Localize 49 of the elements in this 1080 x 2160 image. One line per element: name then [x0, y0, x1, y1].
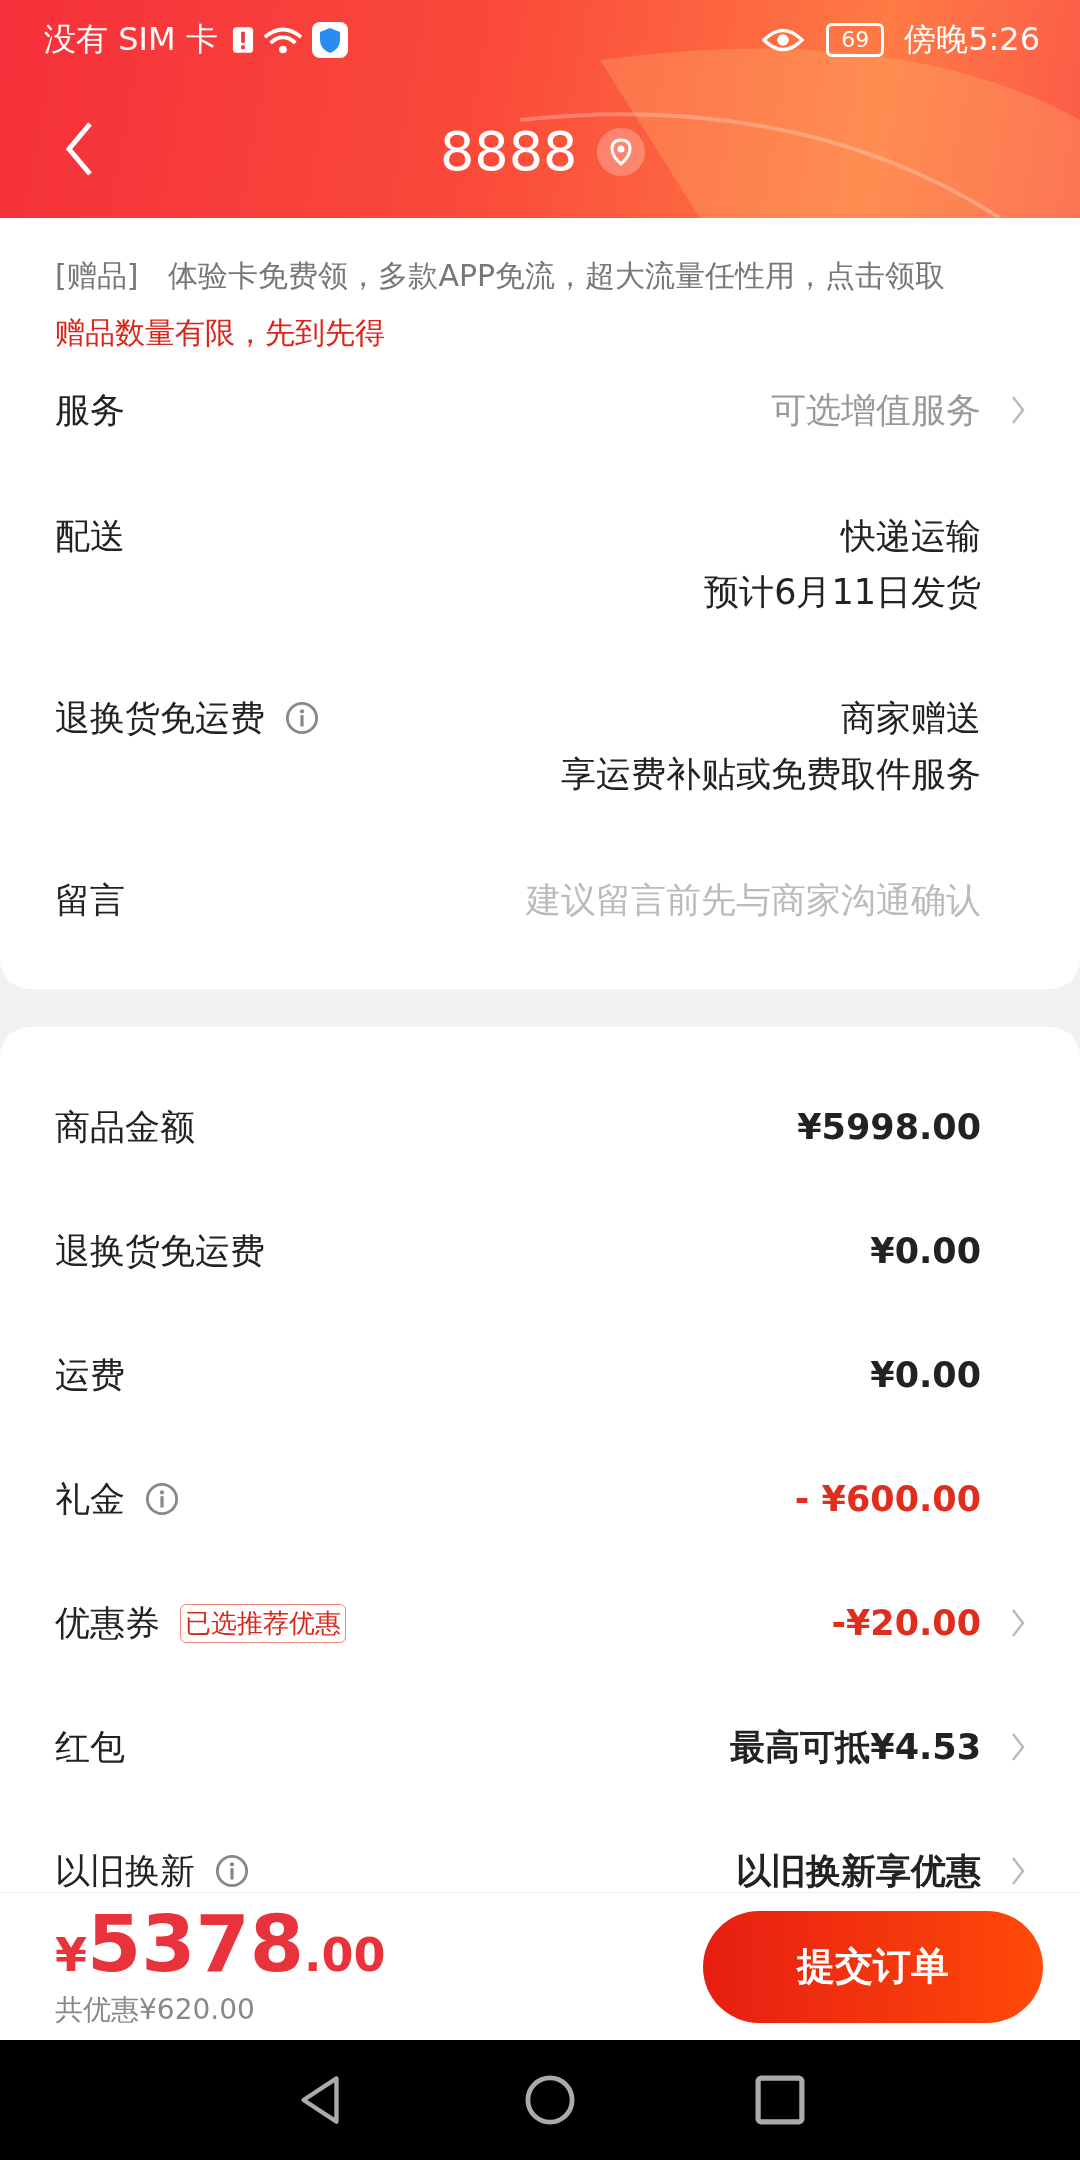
- row-value: 商家赠送: [841, 697, 981, 740]
- row-label: 优惠券: [55, 1601, 160, 1645]
- amount-value: 以旧换新享优惠: [736, 1849, 981, 1892]
- home-icon[interactable]: [525, 2074, 575, 2126]
- carrier-label: 没有 SIM 卡: [44, 19, 218, 60]
- savings-label: 共优惠¥620.00: [55, 1991, 256, 2028]
- info-icon[interactable]: [145, 1482, 179, 1516]
- amount-value: ¥0.00: [870, 1231, 981, 1271]
- chevron-icon[interactable]: [1011, 1856, 1025, 1886]
- row-label: 运费: [55, 1353, 125, 1397]
- amount-value: 最高可抵¥4.53: [730, 1725, 981, 1769]
- gift-note[interactable]: [赠品] 体验卡免费领，多款APP免流，超大流量任性用，点击领取: [55, 247, 1025, 304]
- row-label: 退换货免运费: [55, 1229, 265, 1273]
- row-label: 礼金: [55, 1477, 125, 1521]
- row-label: 商品金额: [55, 1105, 195, 1149]
- row-label: 留言: [55, 878, 125, 922]
- row-value: 快递运输: [841, 515, 981, 558]
- row-label: 服务: [55, 388, 125, 432]
- row-value: 享运费补贴或免费取件服务: [561, 753, 981, 796]
- info-icon[interactable]: [215, 1854, 249, 1888]
- chevron-icon[interactable]: [1011, 1608, 1025, 1638]
- row-value: 预计6月11日发货: [704, 571, 981, 614]
- row-label: 配送: [55, 514, 125, 558]
- message-field[interactable]: 建议留言前先与商家沟通确认: [125, 872, 981, 928]
- amount-value: - ¥600.00: [794, 1479, 981, 1519]
- clock: 傍晚5:26: [904, 19, 1040, 60]
- row-label: 以旧换新: [55, 1849, 195, 1892]
- submit-order-button[interactable]: 提交订单: [703, 1910, 1043, 2023]
- address-title: 8888: [440, 120, 578, 183]
- gift-notice: 赠品数量有限，先到先得: [55, 314, 386, 352]
- row-value: 可选增值服务: [771, 389, 981, 432]
- recents-icon[interactable]: [755, 2074, 805, 2126]
- wifi-icon: [261, 25, 304, 55]
- amount-value: ¥0.00: [870, 1355, 981, 1395]
- info-icon[interactable]: [285, 701, 319, 735]
- eye-icon: [762, 26, 805, 54]
- location-pin-icon[interactable]: [597, 127, 646, 176]
- total-price: ¥5378.00: [55, 1904, 386, 1983]
- chevron-icon[interactable]: [1011, 395, 1025, 425]
- back-icon[interactable]: [64, 121, 94, 177]
- chevron-icon[interactable]: [1011, 1732, 1025, 1762]
- battery-icon: 69: [826, 23, 885, 57]
- row-label: 退换货免运费: [55, 696, 265, 740]
- amount-value: ¥5998.00: [797, 1107, 981, 1147]
- sim-alert-icon: [231, 25, 254, 55]
- coupon-tag: 已选推荐优惠: [180, 1603, 346, 1643]
- shield-icon: [311, 22, 348, 58]
- row-label: 红包: [55, 1725, 125, 1769]
- amount-value: -¥20.00: [831, 1603, 981, 1643]
